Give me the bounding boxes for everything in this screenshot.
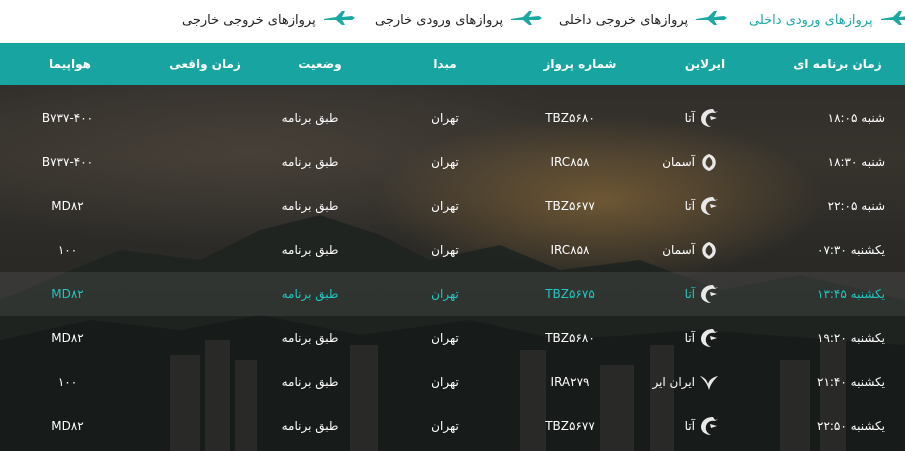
ata-logo	[698, 107, 720, 129]
actual-time	[150, 316, 260, 360]
table-row[interactable]: یکشنبه ۰۷:۳۰ آسمان IRC۸۵۸ تهران طبق برنامه ۱۰…	[0, 228, 905, 272]
tab-international-departures[interactable]: پروازهای خروجی خارجی	[182, 8, 356, 32]
aircraft: B۷۳۷-۴۰۰	[41, 155, 94, 169]
actual-time	[150, 404, 260, 448]
tab-domestic-arrivals[interactable]: پروازهای ورودی داخلی	[749, 8, 905, 32]
origin: تهران	[431, 331, 459, 345]
aircraft: B۷۳۷-۴۰۰	[41, 111, 94, 125]
origin: تهران	[431, 375, 459, 389]
airline-name: آتا	[684, 111, 695, 125]
header-airline[interactable]: ایرلاین	[660, 43, 750, 85]
origin: تهران	[431, 199, 459, 213]
scheduled-time: شنبه ۲۲:۰۵	[827, 199, 885, 213]
header-aircraft[interactable]: هواپیما	[20, 43, 120, 85]
flight-number: IRC۸۵۸	[550, 243, 590, 257]
aircraft: MD۸۲	[51, 419, 84, 433]
aircraft: ۱۰۰	[57, 375, 78, 389]
flight-number: TBZ۵۶۸۰	[545, 111, 595, 125]
status: طبق برنامه	[281, 331, 339, 345]
flight-number: IRA۲۷۹	[550, 375, 590, 389]
ata-logo	[698, 327, 720, 349]
header-actual-time[interactable]: زمان واقعی	[150, 43, 260, 85]
tab-label: پروازهای ورودی خارجی	[375, 12, 504, 28]
table-row[interactable]: یکشنبه ۲۱:۴۰ ایران ایر IRA۲۷۹ تهران طبق برنا…	[0, 360, 905, 404]
iranair-logo	[698, 371, 720, 393]
scheduled-time: شنبه ۱۸:۳۰	[827, 155, 885, 169]
table-row[interactable]: یکشنبه ۲۲:۵۰ آتا TBZ۵۶۷۷ تهران طبق برنامه MD۸…	[0, 404, 905, 448]
origin: تهران	[431, 111, 459, 125]
actual-time	[150, 96, 260, 140]
header-status[interactable]: وضعیت	[270, 43, 370, 85]
scheduled-time: یکشنبه ۰۷:۳۰	[817, 243, 885, 257]
table-row[interactable]: یکشنبه ۱۹:۲۰ آتا TBZ۵۶۸۰ تهران طبق برنامه MD۸…	[0, 316, 905, 360]
scheduled-time: یکشنبه ۲۲:۵۰	[817, 419, 885, 433]
origin: تهران	[431, 155, 459, 169]
status: طبق برنامه	[281, 111, 339, 125]
ata-logo	[698, 415, 720, 437]
actual-time	[150, 360, 260, 404]
table-row[interactable]: شنبه ۲۲:۰۵ آتا TBZ۵۶۷۷ تهران طبق برنامه MD۸۲	[0, 184, 905, 228]
status: طبق برنامه	[281, 419, 339, 433]
flight-type-nav: پروازهای ورودی داخلی پروازهای خروجی داخل…	[0, 0, 905, 43]
flight-number: IRC۸۵۸	[550, 155, 590, 169]
ata-logo	[698, 195, 720, 217]
scheduled-time: یکشنبه ۱۳:۴۵	[817, 287, 885, 301]
origin: تهران	[431, 243, 459, 257]
actual-time	[150, 272, 260, 316]
status: طبق برنامه	[281, 287, 339, 301]
airline-name: آتا	[684, 199, 695, 213]
aircraft: MD۸۲	[51, 331, 84, 345]
table-row[interactable]: شنبه ۱۸:۰۵ آتا TBZ۵۶۸۰ تهران طبق برنامه B۷۳۷-…	[0, 96, 905, 140]
flight-number: TBZ۵۶۸۰	[545, 331, 595, 345]
header-scheduled-time[interactable]: زمان برنامه ای	[780, 43, 895, 85]
status: طبق برنامه	[281, 375, 339, 389]
aircraft: MD۸۲	[51, 199, 84, 213]
flights-table-header: زمان برنامه ای ایرلاین شماره پرواز مبدا …	[0, 43, 905, 85]
status: طبق برنامه	[281, 199, 339, 213]
actual-time	[150, 228, 260, 272]
airline-name: ایران ایر	[652, 375, 695, 389]
tab-label: پروازهای ورودی داخلی	[749, 12, 873, 28]
plane-icon	[509, 9, 543, 31]
flight-number: TBZ۵۶۷۵	[545, 287, 595, 301]
tab-label: پروازهای خروجی داخلی	[559, 12, 689, 28]
table-row[interactable]: شنبه ۱۸:۳۰ آسمان IRC۸۵۸ تهران طبق برنامه B۷۳۷…	[0, 140, 905, 184]
aircraft: ۱۰۰	[57, 243, 78, 257]
tab-international-arrivals[interactable]: پروازهای ورودی خارجی	[375, 8, 543, 32]
airline-name: آتا	[684, 419, 695, 433]
airline-name: آتا	[684, 331, 695, 345]
tab-label: پروازهای خروجی خارجی	[182, 12, 316, 28]
header-flight-number[interactable]: شماره پرواز	[520, 43, 640, 85]
header-origin[interactable]: مبدا	[400, 43, 490, 85]
flight-number: TBZ۵۶۷۷	[545, 419, 595, 433]
status: طبق برنامه	[281, 155, 339, 169]
airline-name: آسمان	[662, 243, 695, 257]
aseman-logo	[698, 239, 720, 261]
aseman-logo	[698, 151, 720, 173]
airline-name: آسمان	[662, 155, 695, 169]
plane-icon	[879, 9, 905, 31]
table-row[interactable]: یکشنبه ۱۳:۴۵ آتا TBZ۵۶۷۵ تهران طبق برنامه MD۸…	[0, 272, 905, 316]
aircraft: MD۸۲	[51, 287, 84, 301]
origin: تهران	[431, 419, 459, 433]
plane-icon	[694, 9, 728, 31]
origin: تهران	[431, 287, 459, 301]
flight-number: TBZ۵۶۷۷	[545, 199, 595, 213]
ata-logo	[698, 283, 720, 305]
tab-domestic-departures[interactable]: پروازهای خروجی داخلی	[559, 8, 728, 32]
status: طبق برنامه	[281, 243, 339, 257]
actual-time	[150, 184, 260, 228]
scheduled-time: یکشنبه ۲۱:۴۰	[817, 375, 885, 389]
scheduled-time: شنبه ۱۸:۰۵	[827, 111, 885, 125]
airline-name: آتا	[684, 287, 695, 301]
actual-time	[150, 140, 260, 184]
plane-icon	[322, 9, 356, 31]
scheduled-time: یکشنبه ۱۹:۲۰	[817, 331, 885, 345]
